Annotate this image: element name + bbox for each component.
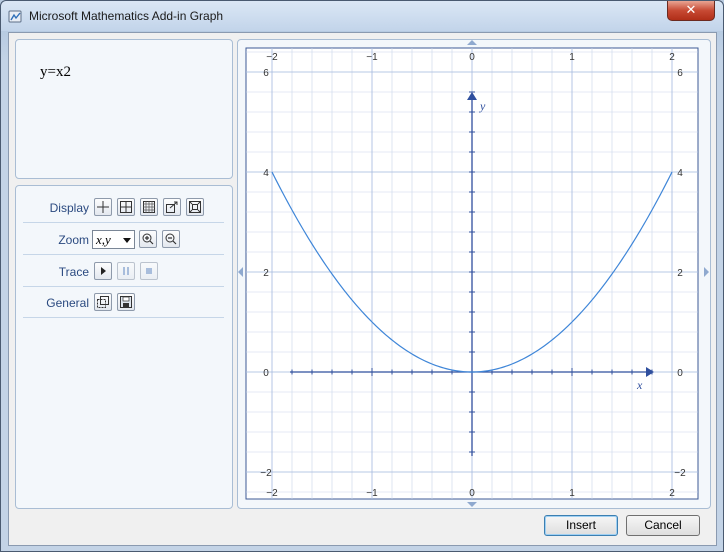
x-axis-label: x [636,378,643,392]
save-icon [120,296,132,308]
x-tick-label-top: 2 [669,52,675,63]
x-tick-label-top: 1 [569,52,575,63]
graph-dialog-window: Microsoft Mathematics Add-in Graph ✕ y=x… [0,0,724,552]
pan-left-arrow[interactable] [238,267,243,277]
graph-plot[interactable]: xy−2−2−1−10011226 64 42 20 0−2 −2 [238,40,710,508]
app-icon [8,9,23,24]
x-tick-label-top: −1 [366,52,378,63]
y-tick-label-right: 6 [677,68,683,79]
equation-text: y=x2 [40,64,71,80]
y-tick-label-left: 6 [263,68,269,79]
insert-button[interactable]: Insert [544,515,618,536]
y-tick-label-right: 2 [677,268,683,279]
equation-panel: y=x2 [15,39,233,179]
x-tick-label-bottom: 2 [669,488,675,499]
y-tick-label-left: 0 [263,368,269,379]
play-icon [101,267,106,275]
grid-icon [120,201,132,213]
trace-stop-button[interactable] [140,262,158,280]
general-row: General [23,287,224,318]
x-tick-label-bottom: 1 [569,488,575,499]
pan-down-arrow[interactable] [467,502,477,507]
copy-graph-button[interactable] [94,293,112,311]
zoom-axis-value: x,y [96,232,111,247]
axes-icon [97,201,109,213]
y-tick-label-right: −2 [674,468,686,479]
stop-icon [146,268,152,274]
tools-panel: Display Zoom x,y Trace General [15,185,233,509]
chevron-down-icon [123,238,131,243]
trace-label: Trace [58,265,89,279]
y-tick-label-left: 4 [263,168,269,179]
general-label: General [46,296,89,310]
graph-panel[interactable]: x y −2 −2 −1 −1 0 0 1 1 2 2 6 6 4 4 2 2 0 0 −2 −2 [237,39,711,509]
zoom-in-icon [142,233,154,245]
display-row: Display [23,192,224,223]
y-tick-label-left: −2 [260,468,272,479]
trace-pause-button[interactable] [117,262,135,280]
pan-up-arrow[interactable] [467,40,477,45]
cursor-box-icon [166,201,178,213]
copy-icon [97,296,109,308]
dialog-body: y=x2 Display Zoom x,y Trace General x y … [8,32,717,546]
zoom-out-icon [165,233,177,245]
y-tick-label-left: 2 [263,268,269,279]
fit-view-icon [189,201,201,213]
x-tick-label-top: 0 [469,52,475,63]
fine-grid-button[interactable] [140,198,158,216]
close-button[interactable]: ✕ [667,1,715,21]
x-tick-label-bottom: −1 [366,488,378,499]
pause-icon [123,267,129,275]
trace-row: Trace [23,256,224,287]
x-tick-label-top: −2 [266,52,278,63]
cursor-button[interactable] [163,198,181,216]
fit-view-button[interactable] [186,198,204,216]
title-bar[interactable]: Microsoft Mathematics Add-in Graph ✕ [1,1,723,31]
y-axis-label: y [479,99,486,113]
cancel-button[interactable]: Cancel [626,515,700,536]
pan-right-arrow[interactable] [704,267,709,277]
x-tick-label-bottom: −2 [266,488,278,499]
zoom-in-button[interactable] [139,230,157,248]
fine-grid-icon [143,201,155,213]
y-tick-label-right: 4 [677,168,683,179]
window-title: Microsoft Mathematics Add-in Graph [29,9,224,23]
axes-button[interactable] [94,198,112,216]
trace-play-button[interactable] [94,262,112,280]
x-tick-label-bottom: 0 [469,488,475,499]
zoom-label: Zoom [58,233,89,247]
save-graph-button[interactable] [117,293,135,311]
y-tick-label-right: 0 [677,368,683,379]
zoom-axis-select[interactable]: x,y [92,230,135,249]
zoom-row: Zoom x,y [23,224,224,255]
zoom-out-button[interactable] [162,230,180,248]
display-label: Display [49,201,89,215]
grid-button[interactable] [117,198,135,216]
close-icon: ✕ [685,2,697,17]
